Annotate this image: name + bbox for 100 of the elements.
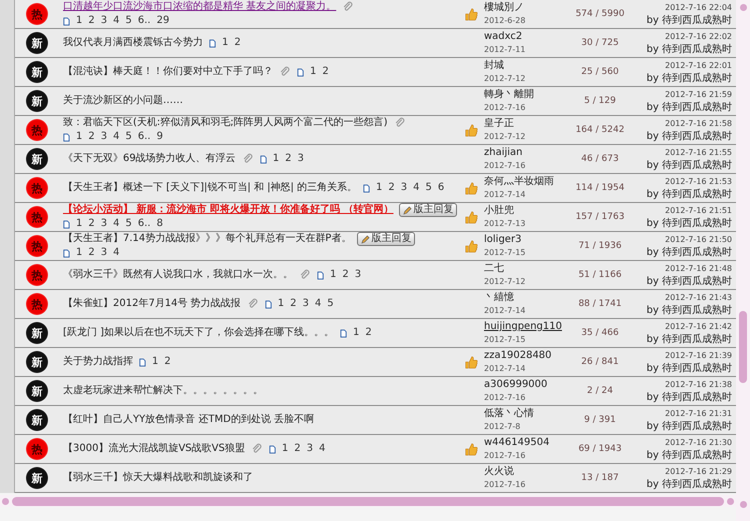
author-name[interactable]: a306999000 xyxy=(484,378,572,391)
page-link[interactable]: 2 xyxy=(88,217,95,231)
topic-title-link[interactable]: 【混沌诀】棒天庭！！你们要对中立下手了吗？ xyxy=(63,65,273,79)
topic-title-link[interactable]: 【朱雀虹】2012年7月14号 势力战战报 xyxy=(63,297,241,311)
page-link[interactable]: 2 xyxy=(88,246,95,260)
page-link[interactable]: 3 xyxy=(100,130,108,144)
page-link[interactable]: 1 xyxy=(76,217,82,231)
topic-title-link[interactable]: 【天生王者】7.14势力战战报》》》每个礼拜总有一天在群P者。 xyxy=(63,232,352,246)
author-name[interactable]: 低落丶心情 xyxy=(484,407,572,420)
page-link[interactable]: 5 xyxy=(126,130,132,144)
last-poster[interactable]: by 待到西瓜成熟时 xyxy=(646,246,732,260)
author-name[interactable]: loliger3 xyxy=(484,233,572,246)
page-link[interactable]: 6 xyxy=(438,181,444,195)
author-name[interactable]: 轉身丶離開 xyxy=(484,88,572,101)
author-name[interactable]: 二七 xyxy=(484,262,572,275)
page-link[interactable]: 8 xyxy=(156,217,163,231)
page-link[interactable]: 3 xyxy=(100,217,108,231)
page-link[interactable]: 2 xyxy=(388,181,395,195)
vertical-scrollbar[interactable] xyxy=(736,0,750,521)
last-poster[interactable]: by 待到西瓜成熟时 xyxy=(646,216,732,230)
author-name[interactable]: 樓城別ノ xyxy=(484,1,572,14)
page-link[interactable]: 1 xyxy=(76,14,82,28)
author-name[interactable]: zhaijian xyxy=(484,146,572,159)
page-link[interactable]: 6.. xyxy=(138,217,151,231)
topic-title-link[interactable]: 【红叶】自己人YY放色情录音 还TMD的到处说 丢脸不啊 xyxy=(63,413,314,427)
page-link[interactable]: 1 xyxy=(352,326,360,340)
page-link[interactable]: 2 xyxy=(88,130,95,144)
page-link[interactable]: 9 xyxy=(156,130,163,144)
author-name[interactable]: 皇子正 xyxy=(484,117,572,130)
page-link[interactable]: 2 xyxy=(164,355,171,369)
author-name[interactable]: huijingpeng110 xyxy=(484,320,572,333)
last-poster[interactable]: by 待到西瓜成熟时 xyxy=(646,332,732,346)
page-link[interactable]: 6.. xyxy=(138,14,151,28)
page-link[interactable]: 2 xyxy=(285,152,292,166)
page-link[interactable]: 2 xyxy=(294,442,301,456)
page-link[interactable]: 1 xyxy=(76,246,82,260)
page-link[interactable]: 3 xyxy=(100,246,108,260)
author-name[interactable]: zza19028480 xyxy=(484,349,572,362)
page-link[interactable]: 4 xyxy=(113,246,120,260)
topic-title-link[interactable]: 【论坛小活动】 新服：流沙海市 即将火爆开放！你准备好了吗 （转官网） xyxy=(63,203,394,217)
last-poster[interactable]: by 待到西瓜成熟时 xyxy=(646,274,732,288)
page-link[interactable]: 3 xyxy=(302,297,309,311)
author-name[interactable]: 火火说 xyxy=(484,465,572,478)
page-link[interactable]: 1 xyxy=(222,36,228,50)
page-link[interactable]: 3 xyxy=(100,14,108,28)
topic-title-link[interactable]: [跃龙门 ]如果以后在也不玩天下了，你会选择在哪下线。。。 xyxy=(63,326,334,340)
last-poster[interactable]: by 待到西瓜成熟时 xyxy=(646,390,732,404)
page-link[interactable]: 5 xyxy=(426,181,432,195)
page-link[interactable]: 4 xyxy=(318,442,326,456)
topic-title-link[interactable]: 口清越年少口流沙海市口浓缩的都是精华 基友之间的凝聚力。 xyxy=(63,0,336,14)
page-link[interactable]: 1 xyxy=(272,152,280,166)
page-link[interactable]: 5 xyxy=(126,217,132,231)
author-name[interactable]: 奈何灬半妆烟雨 xyxy=(484,175,572,188)
topic-title-link[interactable]: 关于势力战指挥 xyxy=(63,355,133,369)
page-link[interactable]: 3 xyxy=(354,268,362,282)
page-link[interactable]: 1 xyxy=(152,355,158,369)
horizontal-scrollbar[interactable] xyxy=(0,495,736,507)
author-name[interactable]: w446149504 xyxy=(484,436,572,449)
topic-title-link[interactable]: 【弱水三千】惊天大爆料战歌和凯旋谈和了 xyxy=(63,471,253,485)
topic-title-link[interactable]: 【3000】流光大混战凯旋VS战歌VS狼盟 xyxy=(63,442,245,456)
topic-title-link[interactable]: 太虚老玩家进来帮忙解决下。。。。。。。。 xyxy=(63,384,263,398)
topic-title-link[interactable]: 关于流沙新区的小问题…… xyxy=(63,94,183,108)
page-link[interactable]: 1 xyxy=(330,268,336,282)
page-link[interactable]: 1 xyxy=(282,442,288,456)
page-link[interactable]: 4 xyxy=(113,130,120,144)
last-poster[interactable]: by 待到西瓜成熟时 xyxy=(646,130,732,144)
last-poster[interactable]: by 待到西瓜成熟时 xyxy=(646,448,732,462)
page-link[interactable]: 2 xyxy=(290,297,296,311)
topic-title-link[interactable]: 《弱水三千》既然有人说我口水，我就口水一次。。 xyxy=(63,268,293,282)
page-link[interactable]: 3 xyxy=(306,442,313,456)
page-link[interactable]: 29 xyxy=(156,14,170,28)
topic-title-link[interactable]: 致：君临天下区(天机:猝似清风和羽毛;阵阵男人风两个富二代的一些怨言) xyxy=(63,116,388,130)
last-poster[interactable]: by 待到西瓜成熟时 xyxy=(646,100,732,114)
page-link[interactable]: 2 xyxy=(322,65,329,79)
page-link[interactable]: 5 xyxy=(126,14,132,28)
page-link[interactable]: 4 xyxy=(113,217,120,231)
page-link[interactable]: 4 xyxy=(113,14,120,28)
author-name[interactable]: 小肚兜 xyxy=(484,204,572,217)
last-poster[interactable]: by 待到西瓜成熟时 xyxy=(646,304,732,318)
page-link[interactable]: 1 xyxy=(76,130,82,144)
author-name[interactable]: wadxc2 xyxy=(484,30,572,43)
last-poster[interactable]: by 待到西瓜成熟时 xyxy=(646,420,732,434)
page-link[interactable]: 1 xyxy=(376,181,382,195)
last-poster[interactable]: by 待到西瓜成熟时 xyxy=(646,72,732,86)
page-link[interactable]: 6.. xyxy=(138,130,151,144)
last-poster[interactable]: by 待到西瓜成熟时 xyxy=(646,42,732,56)
page-link[interactable]: 1 xyxy=(278,297,284,311)
page-link[interactable]: 2 xyxy=(234,36,241,50)
page-link[interactable]: 1 xyxy=(310,65,316,79)
page-link[interactable]: 2 xyxy=(342,268,349,282)
page-link[interactable]: 4 xyxy=(314,297,322,311)
page-link[interactable]: 3 xyxy=(297,152,304,166)
author-name[interactable]: 封城 xyxy=(484,59,572,72)
topic-title-link[interactable]: 我仅代表月满西楼震铄古今势力 xyxy=(63,36,203,50)
last-poster[interactable]: by 待到西瓜成熟时 xyxy=(646,158,732,172)
last-poster[interactable]: by 待到西瓜成熟时 xyxy=(646,14,732,28)
last-poster[interactable]: by 待到西瓜成熟时 xyxy=(646,478,732,492)
last-poster[interactable]: by 待到西瓜成熟时 xyxy=(646,188,732,202)
topic-title-link[interactable]: 《天下无双》69战场势力收人、有浮云 xyxy=(63,152,236,166)
topic-title-link[interactable]: 【天生王者】概述一下 [天义下]|锐不可当| 和 |神怒| 的三角关系。 xyxy=(63,181,357,195)
